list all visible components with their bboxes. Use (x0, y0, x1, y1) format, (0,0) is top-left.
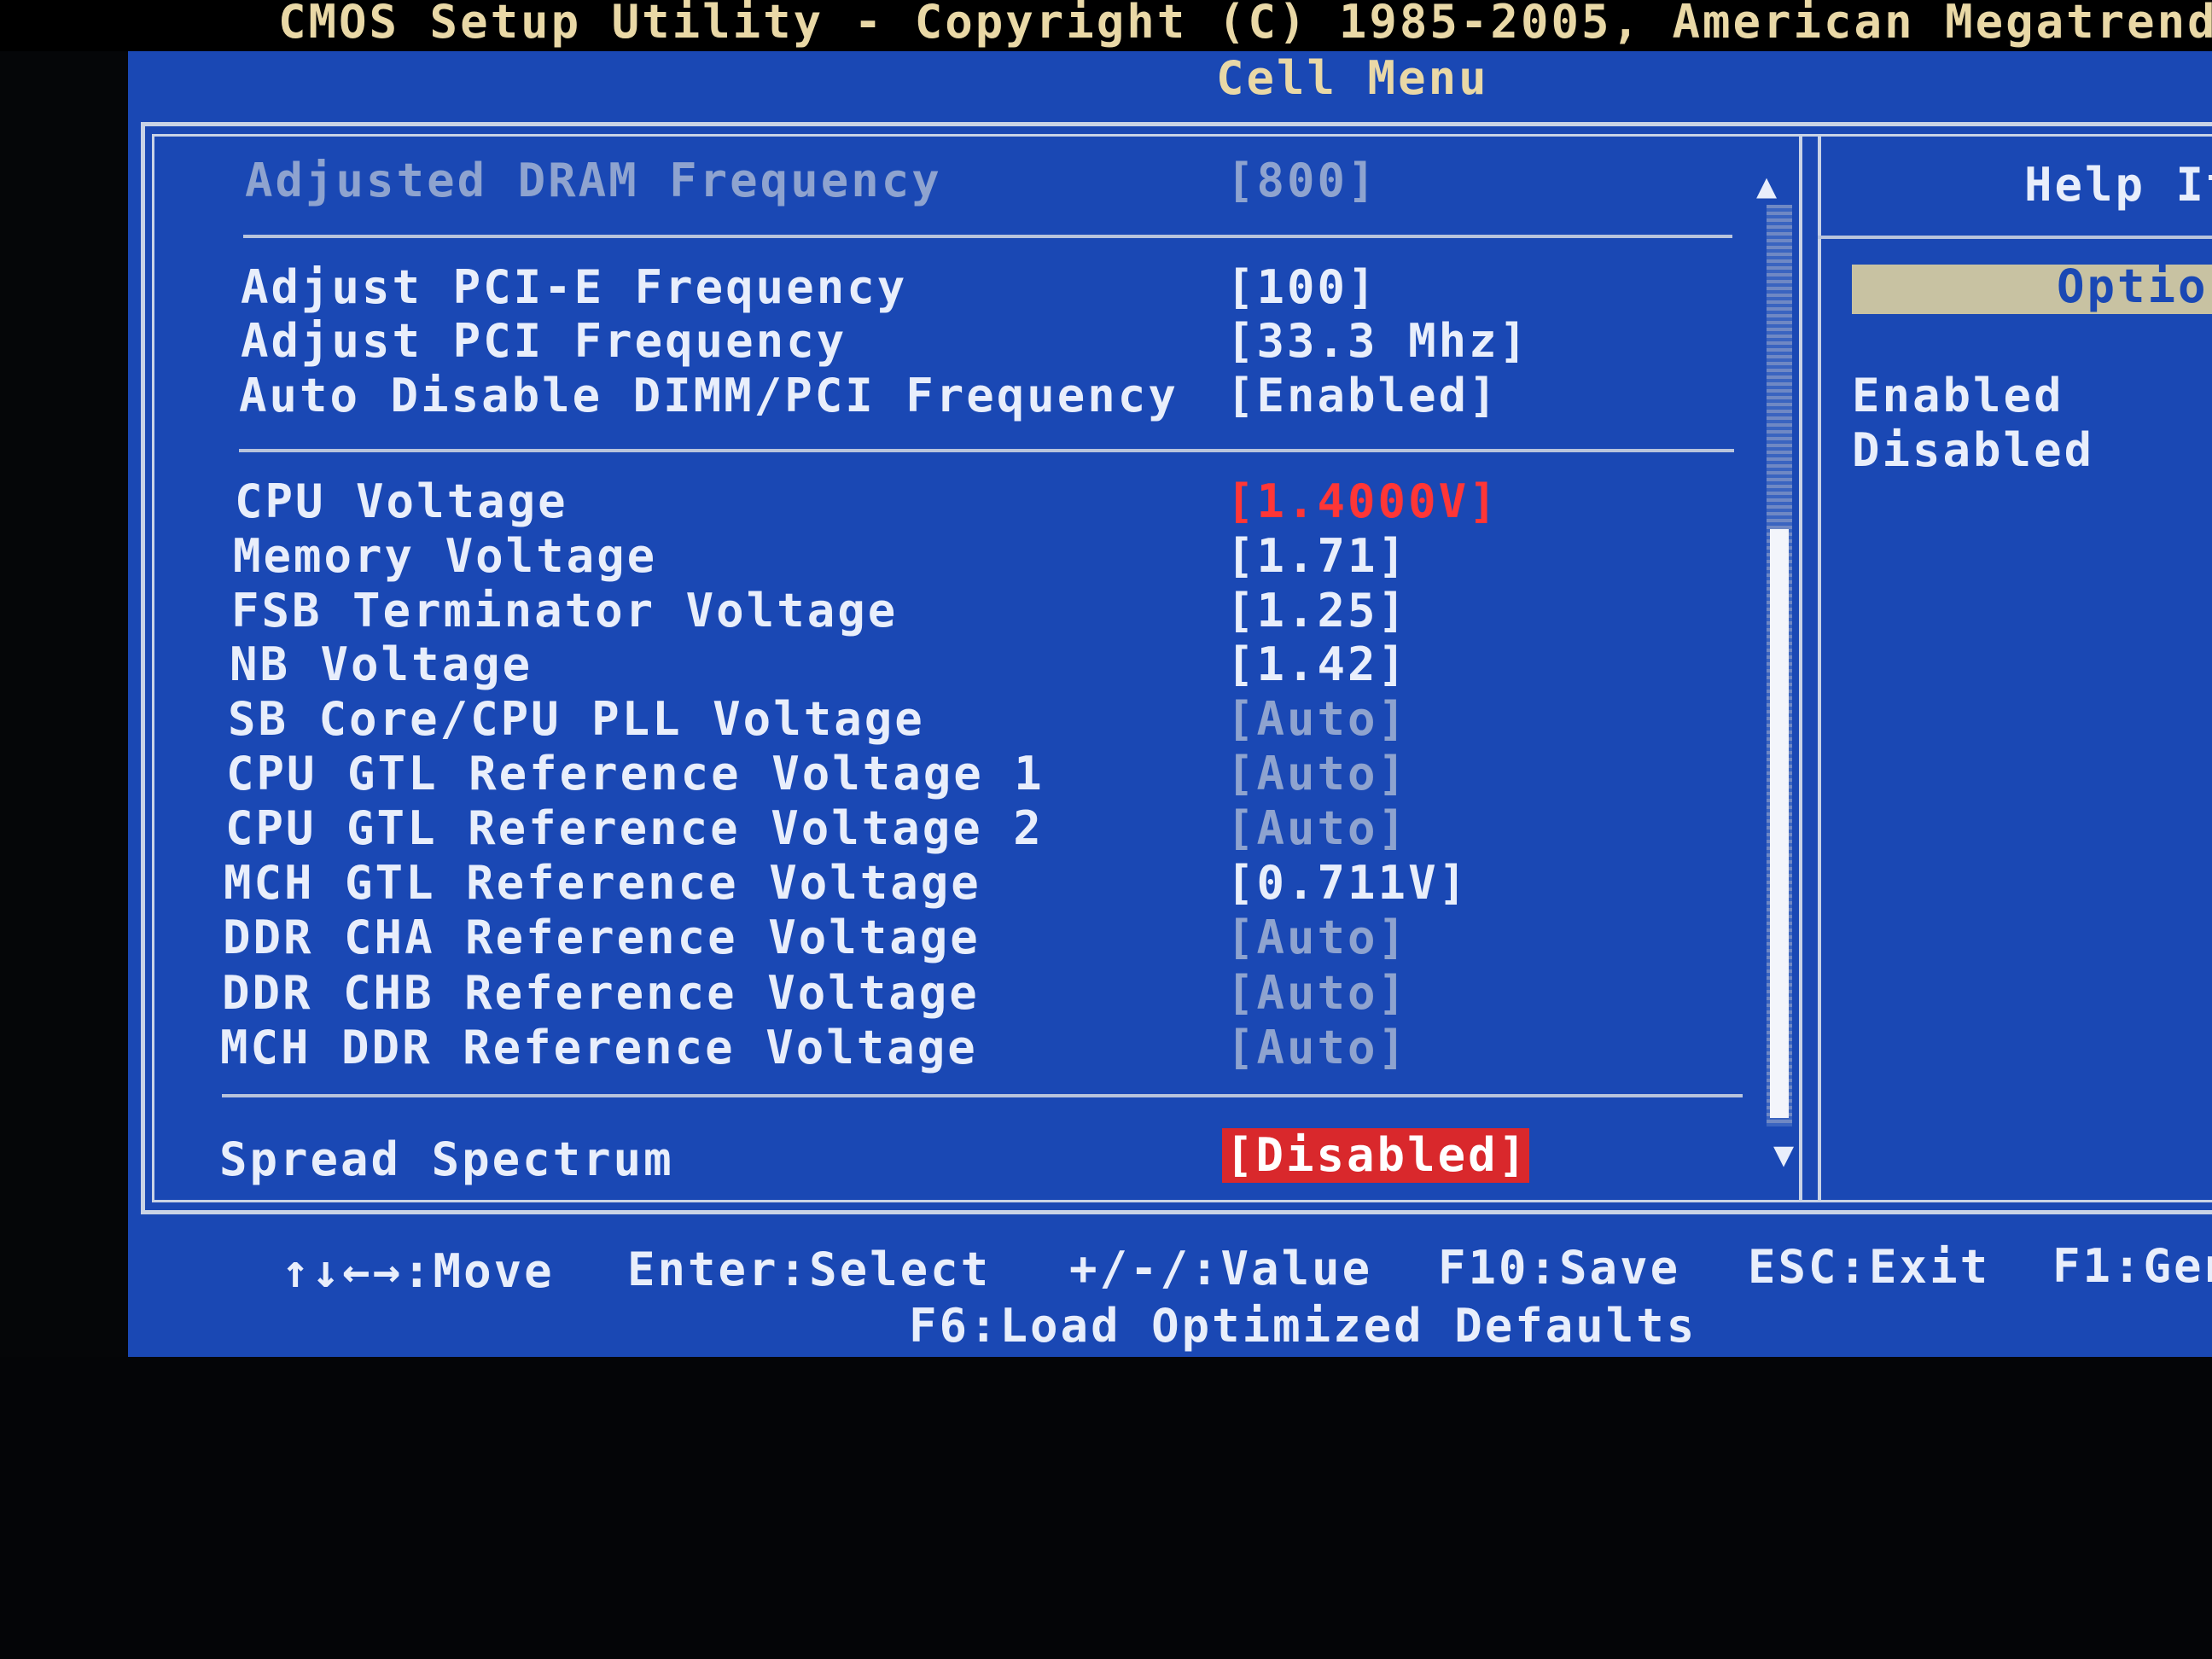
help-option-enabled: Enabled (1852, 369, 2064, 422)
separator (239, 449, 1734, 452)
options-label: Option (2057, 265, 2212, 313)
setting-label: MCH DDR Reference Voltage (220, 1021, 978, 1074)
setting-label: Memory Voltage (233, 529, 658, 583)
help-separator (1818, 236, 2212, 239)
setting-label: MCH GTL Reference Voltage (224, 856, 981, 910)
setting-label: Adjust PCI Frequency (241, 314, 847, 368)
setting-value[interactable]: [Auto] (1226, 801, 1408, 855)
setting-value[interactable]: [1.42] (1226, 637, 1408, 691)
panel-divider (1799, 134, 1802, 1202)
utility-title: CMOS Setup Utility - Copyright (C) 1985-… (278, 0, 2212, 49)
setting-value[interactable]: [1.4000V] (1226, 474, 1499, 528)
key-hint-save: F10:Save (1438, 1241, 1681, 1295)
setting-label: Auto Disable DIMM/PCI Frequency (239, 369, 1179, 422)
panel-divider-inner (1818, 134, 1821, 1202)
setting-label: Adjusted DRAM Frequency (245, 154, 942, 207)
monitor-bezel (0, 1357, 2212, 1659)
key-hint-exit: ESC:Exit (1748, 1240, 1991, 1294)
scroll-down-icon[interactable]: ▼ (1773, 1135, 1794, 1174)
key-hint-move: ↑↓←→:Move (282, 1244, 555, 1298)
setting-value[interactable]: [1.71] (1226, 529, 1408, 583)
setting-value[interactable]: [100] (1226, 260, 1378, 314)
separator (243, 235, 1732, 238)
setting-label: FSB Terminator Voltage (231, 584, 899, 637)
key-hint-general-help: F1:Gen (2052, 1239, 2212, 1293)
setting-label: CPU GTL Reference Voltage 2 (225, 801, 1044, 855)
help-option-disabled: Disabled (1852, 423, 2095, 477)
setting-value[interactable]: [Auto] (1226, 911, 1408, 964)
scrollbar-thumb[interactable] (1770, 529, 1789, 1118)
selected-value-spread-spectrum[interactable]: [Disabled] (1222, 1128, 1529, 1183)
title-bar: CMOS Setup Utility - Copyright (C) 1985-… (0, 0, 2212, 51)
setting-value[interactable]: [0.711V] (1226, 856, 1469, 910)
setting-label: Adjust PCI-E Frequency (241, 260, 908, 314)
key-hint-load-defaults: F6:Load Optimized Defaults (909, 1299, 1697, 1353)
setting-label: DDR CHB Reference Voltage (222, 966, 980, 1020)
setting-value[interactable]: [Enabled] (1226, 369, 1499, 422)
setting-value: [800] (1226, 154, 1378, 207)
setting-value[interactable]: [Auto] (1226, 747, 1408, 800)
help-title: Help It (2024, 158, 2212, 212)
setting-value[interactable]: [33.3 Mhz] (1226, 314, 1529, 368)
menu-title: Cell Menu (1216, 51, 1489, 105)
setting-label: SB Core/CPU PLL Voltage (228, 692, 925, 746)
key-hint-select: Enter:Select (627, 1243, 992, 1296)
setting-label: CPU GTL Reference Voltage 1 (226, 747, 1045, 800)
separator (222, 1094, 1743, 1097)
setting-label: DDR CHA Reference Voltage (223, 911, 981, 964)
setting-value[interactable]: [Auto] (1226, 692, 1408, 746)
setting-value[interactable]: [1.25] (1226, 584, 1408, 637)
scroll-up-icon[interactable]: ▲ (1756, 166, 1777, 206)
key-hint-value: +/-/:Value (1069, 1242, 1373, 1295)
setting-value[interactable]: [Auto] (1226, 966, 1408, 1020)
setting-label: CPU Voltage (235, 474, 568, 528)
setting-label: Spread Spectrum (219, 1132, 674, 1186)
setting-value[interactable]: [Auto] (1226, 1021, 1408, 1074)
options-header: Option (1852, 265, 2212, 314)
setting-label: NB Voltage (230, 637, 533, 691)
